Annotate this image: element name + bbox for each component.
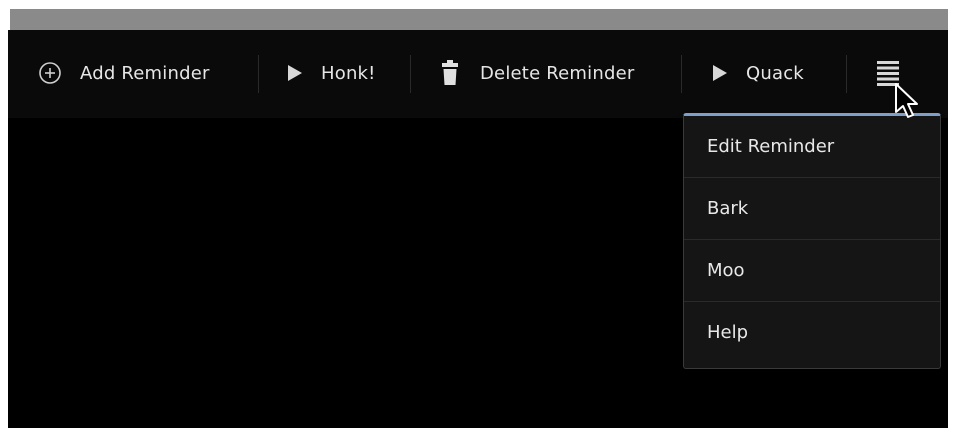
divider <box>846 55 847 93</box>
screenshot-frame: Add Reminder Honk! Delete Reminder Quack… <box>0 0 961 434</box>
add-circle-icon <box>38 61 62 85</box>
mouse-pointer-icon <box>893 82 923 122</box>
delete-reminder-label: Delete Reminder <box>480 62 635 84</box>
add-reminder-button[interactable]: Add Reminder <box>38 53 210 93</box>
delete-reminder-button[interactable]: Delete Reminder <box>442 53 634 93</box>
trash-icon <box>442 60 458 86</box>
menu-item-help[interactable]: Help <box>684 302 940 364</box>
honk-label: Honk! <box>321 62 376 84</box>
divider <box>681 55 682 93</box>
top-margin <box>0 0 961 30</box>
play-icon <box>287 64 303 82</box>
quack-label: Quack <box>746 62 804 84</box>
menu-item-moo[interactable]: Moo <box>684 240 940 302</box>
divider <box>258 55 259 93</box>
window-top-border <box>10 9 948 30</box>
menu-item-bark[interactable]: Bark <box>684 178 940 240</box>
play-icon <box>712 64 728 82</box>
divider <box>410 55 411 93</box>
overflow-dropdown-menu: Edit Reminder Bark Moo Help <box>683 113 941 369</box>
add-reminder-label: Add Reminder <box>80 62 210 84</box>
quack-button[interactable]: Quack <box>712 53 804 93</box>
menu-item-edit-reminder[interactable]: Edit Reminder <box>684 116 940 178</box>
honk-button[interactable]: Honk! <box>287 53 376 93</box>
